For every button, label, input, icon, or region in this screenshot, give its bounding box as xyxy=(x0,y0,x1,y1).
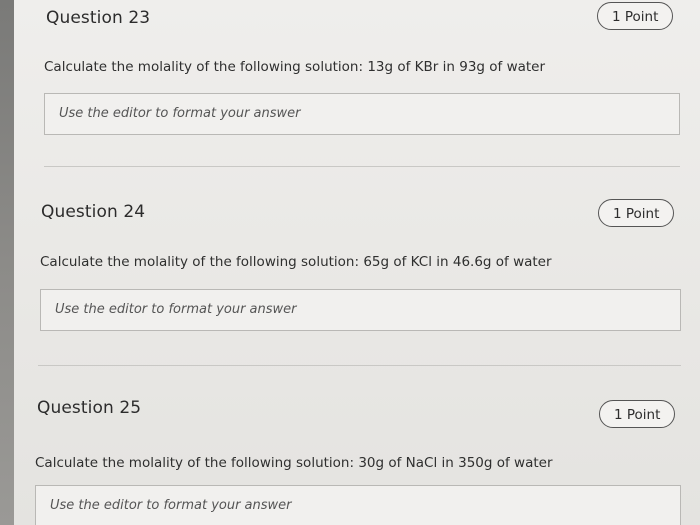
points-badge: 1 Point xyxy=(597,2,674,30)
question-title: Question 25 xyxy=(37,398,142,418)
question-prompt: Calculate the molality of the following … xyxy=(44,59,546,75)
points-badge: 1 Point xyxy=(599,400,676,428)
question-title: Question 24 xyxy=(41,202,146,222)
answer-placeholder: Use the editor to format your answer xyxy=(55,302,297,317)
points-badge: 1 Point xyxy=(598,199,675,227)
quiz-page: Question 23 1 Point Calculate the molali… xyxy=(0,0,700,525)
question-divider xyxy=(38,365,681,366)
answer-placeholder: Use the editor to format your answer xyxy=(50,498,292,513)
question-title: Question 23 xyxy=(46,8,151,28)
answer-editor[interactable]: Use the editor to format your answer xyxy=(40,289,681,331)
page-edge xyxy=(0,0,14,525)
question-prompt: Calculate the molality of the following … xyxy=(35,455,553,471)
answer-editor[interactable]: Use the editor to format your answer xyxy=(44,93,680,135)
answer-editor[interactable]: Use the editor to format your answer xyxy=(35,485,681,525)
answer-placeholder: Use the editor to format your answer xyxy=(59,106,301,121)
question-divider xyxy=(44,166,680,167)
question-prompt: Calculate the molality of the following … xyxy=(40,254,552,270)
